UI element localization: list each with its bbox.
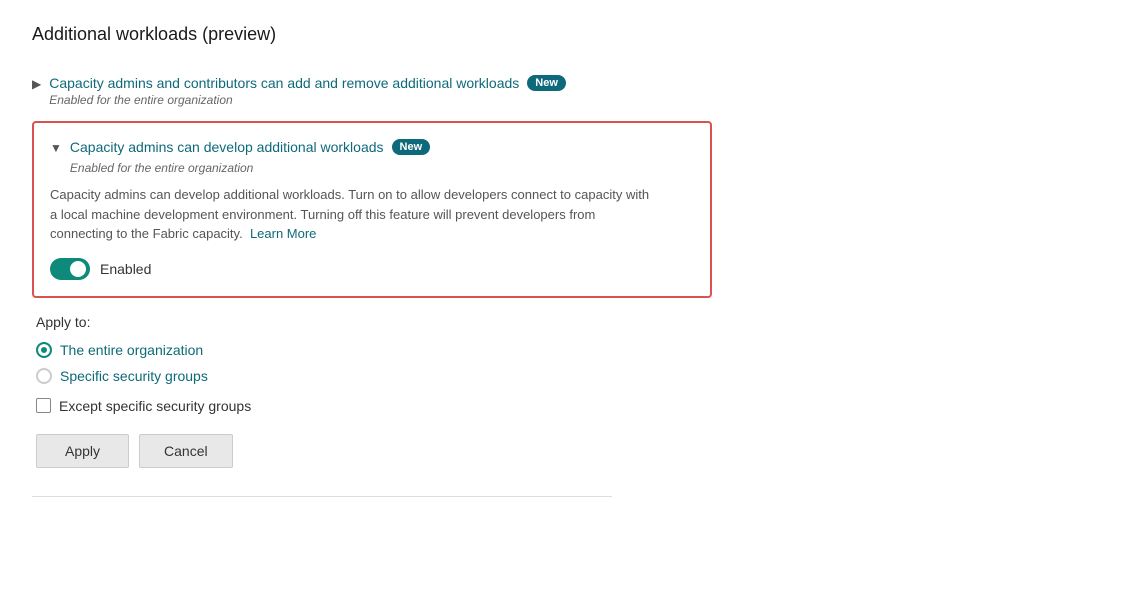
item1-title-row: Capacity admins and contributors can add… — [49, 75, 566, 91]
item1-badge: New — [527, 75, 566, 91]
workload-item-1[interactable]: ▶ Capacity admins and contributors can a… — [32, 65, 1112, 117]
radio-specific-groups-label[interactable]: Specific security groups — [60, 368, 208, 384]
radio-entire-org-label[interactable]: The entire organization — [60, 342, 203, 358]
item2-description-text: Capacity admins can develop additional w… — [50, 187, 649, 241]
checkbox-except-groups[interactable]: Except specific security groups — [36, 398, 1112, 414]
apply-to-section: Apply to: The entire organization Specif… — [32, 314, 1112, 468]
item2-description: Capacity admins can develop additional w… — [50, 185, 650, 244]
cancel-button[interactable]: Cancel — [139, 434, 233, 468]
apply-button[interactable]: Apply — [36, 434, 129, 468]
item1-title: Capacity admins and contributors can add… — [49, 75, 519, 91]
bottom-divider — [32, 496, 612, 497]
button-row: Apply Cancel — [36, 434, 1112, 468]
radio-entire-org[interactable] — [36, 342, 52, 358]
apply-to-title: Apply to: — [36, 314, 1112, 330]
enabled-toggle[interactable] — [50, 258, 90, 280]
item2-subtitle: Enabled for the entire organization — [70, 161, 430, 175]
chevron-down-icon: ▼ — [50, 141, 62, 155]
chevron-right-icon: ▶ — [32, 77, 41, 91]
radio-item-specific-groups[interactable]: Specific security groups — [36, 368, 1112, 384]
toggle-row: Enabled — [50, 258, 694, 280]
item2-title: Capacity admins can develop additional w… — [70, 139, 384, 155]
radio-item-entire-org[interactable]: The entire organization — [36, 342, 1112, 358]
page-title: Additional workloads (preview) — [32, 24, 1112, 45]
radio-specific-groups[interactable] — [36, 368, 52, 384]
except-groups-label[interactable]: Except specific security groups — [59, 398, 251, 414]
item2-badge: New — [392, 139, 431, 155]
except-groups-checkbox[interactable] — [36, 398, 51, 413]
workload-item-2-card: ▼ Capacity admins can develop additional… — [32, 121, 712, 298]
item2-content: Capacity admins can develop additional w… — [70, 139, 430, 175]
learn-more-link[interactable]: Learn More — [250, 226, 316, 241]
item2-title-row: Capacity admins can develop additional w… — [70, 139, 430, 155]
item1-content: Capacity admins and contributors can add… — [49, 75, 566, 107]
radio-group: The entire organization Specific securit… — [36, 342, 1112, 384]
toggle-slider — [50, 258, 90, 280]
toggle-label: Enabled — [100, 261, 151, 277]
item1-subtitle: Enabled for the entire organization — [49, 93, 566, 107]
workload-item-2-header[interactable]: ▼ Capacity admins can develop additional… — [50, 139, 694, 175]
